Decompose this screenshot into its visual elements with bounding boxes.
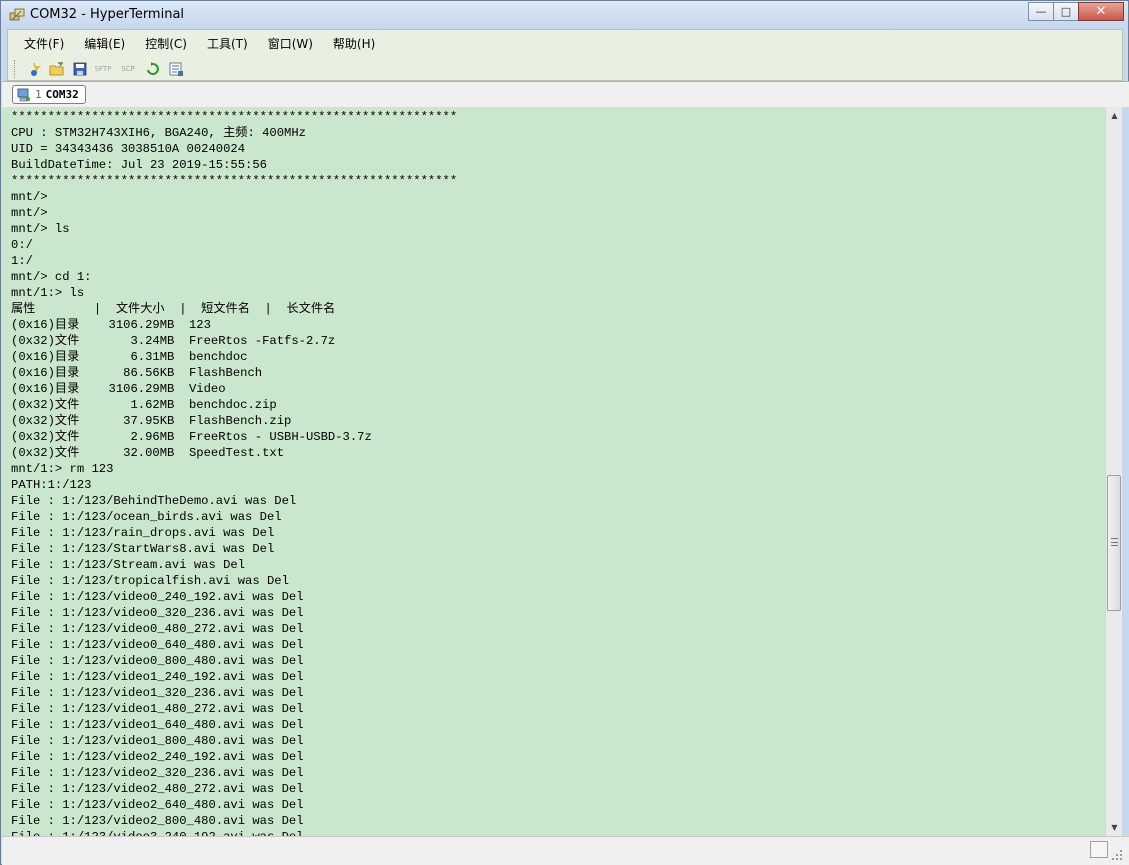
window-controls: — □ ✕: [1028, 2, 1124, 21]
terminal-line: File : 1:/123/video0_480_272.avi was Del: [11, 622, 304, 636]
open-folder-icon: [49, 62, 64, 76]
terminal-line: ****************************************…: [11, 110, 458, 124]
terminal-line: mnt/>: [11, 206, 48, 220]
terminal-line: File : 1:/123/tropicalfish.avi was Del: [11, 574, 289, 588]
terminal-line: mnt/> ls: [11, 222, 70, 236]
session-tab-name: COM32: [45, 88, 79, 101]
terminal-line: File : 1:/123/video0_640_480.avi was Del: [11, 638, 304, 652]
terminal-line: mnt/> cd 1:: [11, 270, 92, 284]
title-bar[interactable]: COM32 - HyperTerminal — □ ✕: [1, 1, 1128, 29]
status-bar: [2, 836, 1129, 865]
window-title: COM32 - HyperTerminal: [30, 7, 185, 22]
terminal-line: (0x16)目录 3106.29MB Video: [11, 382, 226, 396]
terminal-line: (0x32)文件 37.95KB FlashBench.zip: [11, 414, 292, 428]
app-window: COM32 - HyperTerminal — □ ✕ 文件(F) 编辑(E) …: [0, 0, 1129, 865]
terminal-lines: ****************************************…: [11, 109, 457, 836]
menu-edit[interactable]: 编辑(E): [84, 35, 125, 52]
terminal-line: File : 1:/123/video2_640_480.avi was Del: [11, 798, 304, 812]
terminal-line: mnt/1:> ls: [11, 286, 85, 300]
terminal-line: 1:/: [11, 254, 33, 268]
menu-tools[interactable]: 工具(T): [207, 35, 248, 52]
terminal-line: PATH:1:/123: [11, 478, 92, 492]
terminal-line: File : 1:/123/rain_drops.avi was Del: [11, 526, 275, 540]
session-tab-label: 1 COM32: [35, 88, 79, 101]
session-tab-strip: 1 COM32: [2, 81, 1129, 107]
menu-control[interactable]: 控制(C): [145, 35, 187, 52]
terminal-line: File : 1:/123/video2_800_480.avi was Del: [11, 814, 304, 828]
resize-grip-icon[interactable]: [1111, 849, 1123, 861]
terminal-line: (0x16)目录 3106.29MB 123: [11, 318, 211, 332]
terminal-line: ****************************************…: [11, 174, 458, 188]
save-button[interactable]: [71, 60, 89, 78]
reconnect-button[interactable]: [144, 60, 162, 78]
terminal-line: File : 1:/123/video1_240_192.avi was Del: [11, 670, 304, 684]
terminal-line: File : 1:/123/video1_640_480.avi was Del: [11, 718, 304, 732]
properties-button[interactable]: [167, 60, 185, 78]
terminal-line: File : 1:/123/BehindTheDemo.avi was Del: [11, 494, 297, 508]
terminal-line: mnt/>: [11, 190, 48, 204]
computer-icon: [17, 88, 30, 101]
terminal-line: (0x16)目录 86.56KB FlashBench: [11, 366, 263, 380]
terminal-line: File : 1:/123/video0_240_192.avi was Del: [11, 590, 304, 604]
minimize-icon: —: [1035, 5, 1047, 18]
terminal-line: File : 1:/123/video2_320_236.avi was Del: [11, 766, 304, 780]
terminal-line: (0x32)文件 3.24MB FreeRtos -Fatfs-2.7z: [11, 334, 336, 348]
toolbar-grip[interactable]: [14, 60, 17, 78]
terminal-line: UID = 34343436 3038510A 00240024: [11, 142, 246, 156]
maximize-icon: □: [1060, 5, 1072, 18]
terminal-line: File : 1:/123/video1_320_236.avi was Del: [11, 686, 304, 700]
terminal-line: File : 1:/123/video1_480_272.avi was Del: [11, 702, 304, 716]
terminal-line: File : 1:/123/video1_800_480.avi was Del: [11, 734, 304, 748]
terminal-line: File : 1:/123/video3_240_192.avi was Del: [11, 829, 457, 836]
terminal-line: 属性 | 文件大小 | 短文件名 | 长文件名: [11, 302, 336, 316]
status-panel: [1090, 841, 1108, 858]
terminal-line: File : 1:/123/video2_480_272.avi was Del: [11, 782, 304, 796]
scroll-grip-icon: [1111, 538, 1118, 546]
new-connection-icon: [31, 62, 42, 76]
open-button[interactable]: [48, 60, 66, 78]
sftp-button[interactable]: SFTP: [94, 65, 112, 73]
close-button[interactable]: ✕: [1078, 2, 1124, 21]
menu-help[interactable]: 帮助(H): [333, 35, 375, 52]
scroll-thumb[interactable]: [1107, 475, 1121, 611]
terminal-line: File : 1:/123/ocean_birds.avi was Del: [11, 510, 282, 524]
terminal-line: (0x32)文件 32.00MB SpeedTest.txt: [11, 446, 285, 460]
terminal-line: File : 1:/123/video2_240_192.avi was Del: [11, 750, 304, 764]
properties-icon: [169, 62, 183, 76]
terminal-line: (0x32)文件 1.62MB benchdoc.zip: [11, 398, 277, 412]
minimize-button[interactable]: —: [1028, 2, 1054, 21]
terminal-line: CPU : STM32H743XIH6, BGA240, 主频: 400MHz: [11, 126, 306, 140]
terminal-line: (0x32)文件 2.96MB FreeRtos - USBH-USBD-3.7…: [11, 430, 372, 444]
vertical-scrollbar[interactable]: ▲ ▼: [1105, 107, 1122, 836]
terminal-line: 0:/: [11, 238, 33, 252]
terminal-line: File : 1:/123/video0_320_236.avi was Del: [11, 606, 304, 620]
scroll-down-icon[interactable]: ▼: [1106, 819, 1123, 836]
terminal-line: File : 1:/123/video0_800_480.avi was Del: [11, 654, 304, 668]
menu-bar: 文件(F) 编辑(E) 控制(C) 工具(T) 窗口(W) 帮助(H): [8, 30, 1122, 56]
maximize-button[interactable]: □: [1053, 2, 1079, 21]
terminal-line: BuildDateTime: Jul 23 2019-15:55:56: [11, 158, 267, 172]
window-border: [1122, 107, 1129, 836]
save-icon: [73, 62, 87, 76]
menu-toolbar-area: 文件(F) 编辑(E) 控制(C) 工具(T) 窗口(W) 帮助(H) SFTP…: [7, 29, 1123, 81]
toolbar: SFTP SCP: [8, 57, 1122, 81]
terminal-line: File : 1:/123/StartWars8.avi was Del: [11, 542, 275, 556]
terminal-line: (0x16)目录 6.31MB benchdoc: [11, 350, 248, 364]
hyperterminal-app-icon: [9, 8, 25, 21]
session-tab-com32[interactable]: 1 COM32: [12, 85, 86, 104]
terminal-line: File : 1:/123/Stream.avi was Del: [11, 558, 246, 572]
menu-window[interactable]: 窗口(W): [268, 35, 313, 52]
scp-button[interactable]: SCP: [119, 65, 137, 73]
close-icon: ✕: [1095, 4, 1107, 19]
menu-file[interactable]: 文件(F): [24, 35, 64, 52]
new-connection-button[interactable]: [25, 60, 43, 78]
terminal-output[interactable]: ****************************************…: [2, 107, 1105, 836]
session-tab-number: 1: [35, 88, 42, 101]
reconnect-icon: [147, 62, 159, 75]
terminal-line: mnt/1:> rm 123: [11, 462, 114, 476]
scroll-up-icon[interactable]: ▲: [1106, 107, 1123, 124]
